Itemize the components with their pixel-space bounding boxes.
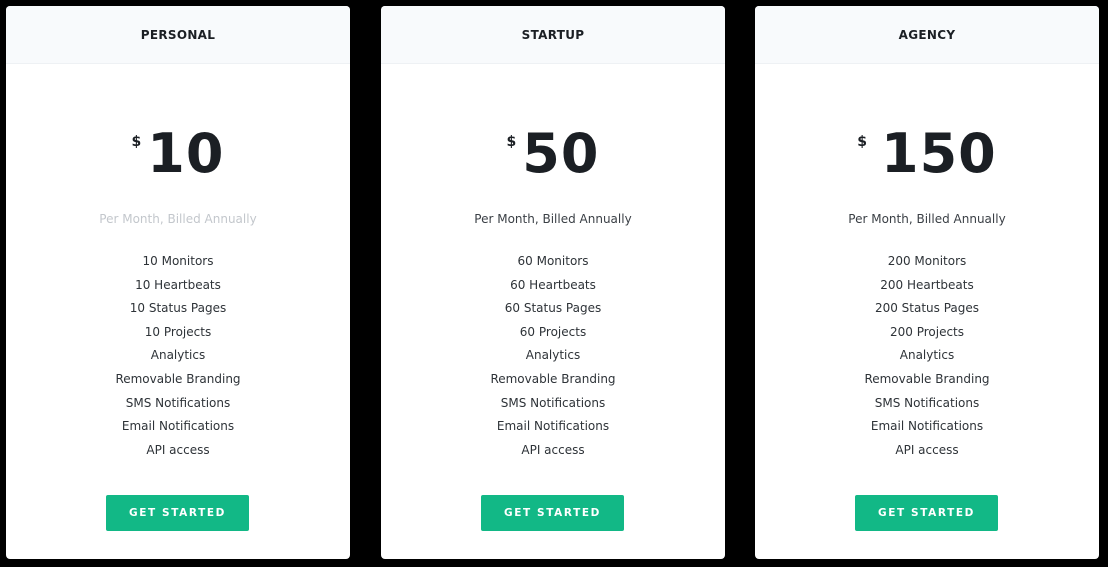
pricing-cards: PERSONAL $ 10 Per Month, Billed Annually… [0, 0, 1108, 567]
plan-card-agency: AGENCY $ 150 Per Month, Billed Annually … [755, 6, 1099, 559]
feature-item: 10 Heartbeats [135, 277, 221, 292]
feature-item: 60 Status Pages [504, 301, 602, 316]
price-amount: 150 [881, 122, 997, 185]
feature-item: Analytics [525, 348, 581, 363]
price: $ 10 [6, 124, 350, 184]
feature-item: 10 Monitors [142, 254, 214, 268]
feature-item: Removable Branding [490, 371, 616, 386]
feature-item: 60 Monitors [517, 254, 589, 268]
feature-item: 10 Status Pages [129, 301, 227, 316]
feature-list: 200 Monitors 200 Heartbeats 200 Status P… [755, 250, 1099, 462]
feature-item: API access [146, 442, 210, 457]
feature-item: 200 Heartbeats [880, 277, 974, 292]
feature-list: 60 Monitors 60 Heartbeats 60 Status Page… [381, 250, 725, 462]
feature-item: 200 Projects [889, 324, 965, 339]
feature-item: 200 Status Pages [874, 301, 980, 316]
currency-symbol: $ [857, 134, 867, 150]
plan-header: STARTUP [381, 6, 725, 64]
feature-item: 60 Heartbeats [510, 277, 596, 292]
plan-name: PERSONAL [140, 27, 216, 42]
feature-item: SMS Notifications [874, 395, 980, 410]
feature-item: Email Notifications [121, 419, 235, 434]
plan-name: STARTUP [521, 27, 585, 42]
plan-header: PERSONAL [6, 6, 350, 64]
plan-name: AGENCY [898, 27, 956, 42]
plan-header: AGENCY [755, 6, 1099, 64]
get-started-button[interactable]: GET STARTED [855, 495, 998, 531]
feature-list: 10 Monitors 10 Heartbeats 10 Status Page… [6, 250, 350, 462]
billing-period: Per Month, Billed Annually [99, 212, 257, 226]
get-started-button[interactable]: GET STARTED [481, 495, 624, 531]
price: $ 150 [755, 124, 1099, 184]
feature-item: Analytics [150, 348, 206, 363]
feature-item: Removable Branding [115, 371, 241, 386]
price-amount: 10 [147, 122, 225, 185]
currency-symbol: $ [506, 134, 517, 150]
feature-item: Removable Branding [864, 371, 990, 386]
feature-item: API access [895, 442, 959, 457]
feature-item: Analytics [899, 348, 955, 363]
plan-card-personal: PERSONAL $ 10 Per Month, Billed Annually… [6, 6, 350, 559]
get-started-button[interactable]: GET STARTED [106, 495, 249, 531]
feature-item: Email Notifications [870, 419, 984, 434]
billing-period: Per Month, Billed Annually [848, 212, 1006, 226]
price: $ 50 [381, 124, 725, 184]
feature-item: SMS Notifications [500, 395, 606, 410]
billing-period: Per Month, Billed Annually [474, 212, 632, 226]
feature-item: Email Notifications [496, 419, 610, 434]
currency-symbol: $ [131, 134, 142, 150]
plan-card-startup: STARTUP $ 50 Per Month, Billed Annually … [381, 6, 725, 559]
feature-item: API access [521, 442, 585, 457]
feature-item: 10 Projects [144, 324, 212, 339]
feature-item: 200 Monitors [887, 254, 967, 268]
price-amount: 50 [522, 122, 600, 185]
feature-item: 60 Projects [519, 324, 587, 339]
feature-item: SMS Notifications [125, 395, 231, 410]
